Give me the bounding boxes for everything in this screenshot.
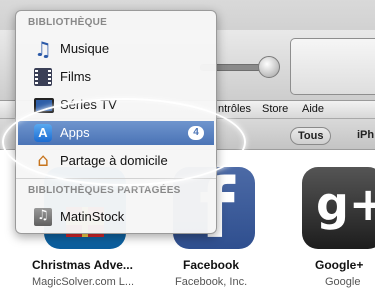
app-tile-google-plus[interactable]: g+ xyxy=(302,167,375,249)
count-badge: 4 xyxy=(188,126,204,140)
library-item-films[interactable]: Films xyxy=(18,65,214,89)
library-item-label: Films xyxy=(60,69,92,84)
menu-help[interactable]: Aide xyxy=(302,103,324,115)
shared-library-icon xyxy=(34,208,52,226)
library-item-label: Apps xyxy=(60,125,90,140)
app-name[interactable]: Christmas Adve... xyxy=(32,258,133,272)
library-popover: BIBLIOTHÈQUE ♫ Musique Films Séries TV A… xyxy=(15,10,217,234)
music-note-icon: ♫ xyxy=(34,37,52,61)
film-icon xyxy=(34,68,52,86)
divider xyxy=(16,178,216,179)
app-developer[interactable]: Google xyxy=(325,276,360,288)
tv-icon xyxy=(34,98,54,113)
home-icon: ⌂ xyxy=(37,150,49,171)
google-plus-logo-icon: g+ xyxy=(316,177,375,231)
app-name[interactable]: Facebook xyxy=(183,258,239,272)
library-item-apps[interactable]: A Apps 4 xyxy=(18,121,214,145)
library-section-header: BIBLIOTHÈQUE xyxy=(28,17,108,28)
shared-section-header: BIBLIOTHÈQUES PARTAGÉES xyxy=(28,185,181,196)
filter-all[interactable]: Tous xyxy=(290,127,332,145)
volume-knob[interactable] xyxy=(258,56,280,78)
library-item-label: Séries TV xyxy=(60,97,117,112)
library-item-label: Musique xyxy=(60,41,110,56)
library-item-label: Partage à domicile xyxy=(60,153,168,168)
library-item-music[interactable]: ♫ Musique xyxy=(18,37,214,61)
shared-library-matinstock[interactable]: MatinStock xyxy=(18,205,214,229)
shared-library-label: MatinStock xyxy=(60,209,125,224)
filter-iphone[interactable]: iPh xyxy=(350,127,375,143)
menu-store[interactable]: Store xyxy=(262,103,288,115)
library-item-home-sharing[interactable]: ⌂ Partage à domicile xyxy=(18,149,214,173)
lcd-display xyxy=(290,38,375,95)
app-developer[interactable]: Facebook, Inc. xyxy=(175,276,247,288)
app-store-icon: A xyxy=(34,124,52,142)
library-item-tv[interactable]: Séries TV xyxy=(18,93,214,117)
app-name[interactable]: Google+ xyxy=(315,258,363,272)
menu-controls[interactable]: ntrôles xyxy=(218,103,251,115)
app-developer[interactable]: MagicSolver.com L... xyxy=(32,276,134,288)
